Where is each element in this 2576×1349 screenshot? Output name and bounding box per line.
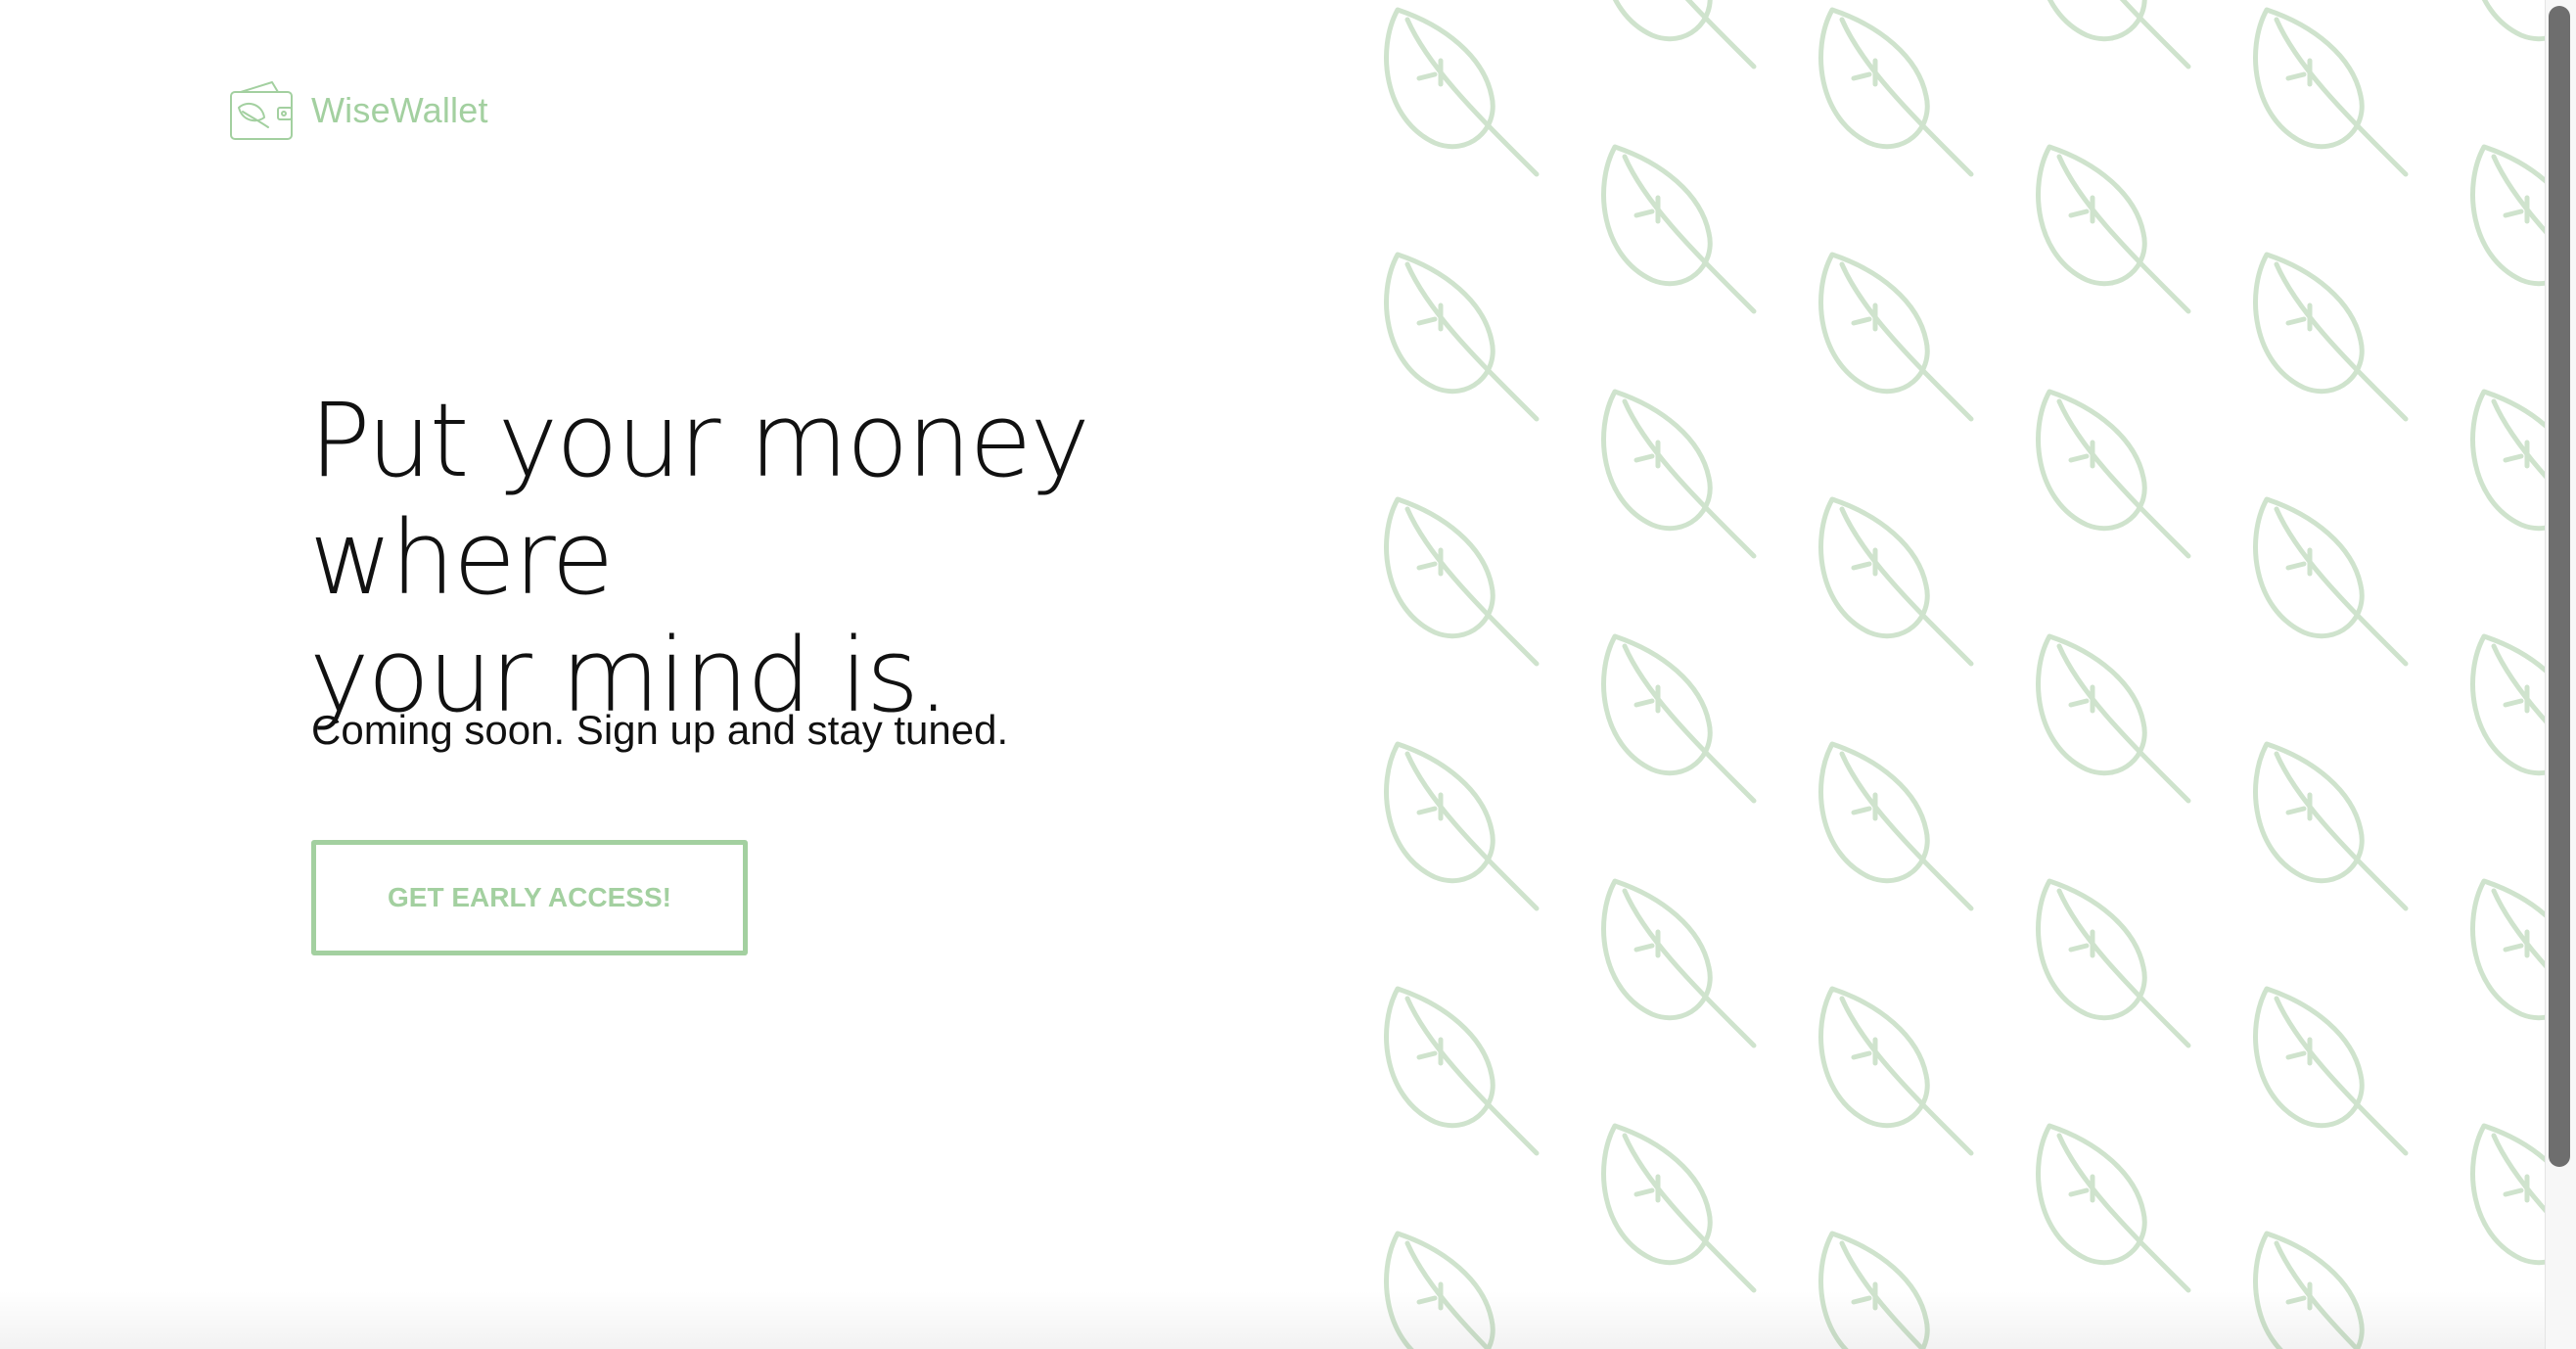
leaf-icon <box>2473 392 2547 556</box>
leaf-icon <box>1821 744 1971 908</box>
leaf-icon <box>2256 10 2406 174</box>
leaf-icon <box>1604 1126 1754 1290</box>
get-early-access-button[interactable]: GET EARLY ACCESS! <box>311 840 748 955</box>
scrollbar-thumb[interactable] <box>2549 6 2570 1167</box>
leaf-icon <box>2039 392 2188 556</box>
leaf-icon <box>1604 147 1754 311</box>
leaf-icon <box>2039 1126 2188 1290</box>
leaf-icon <box>2256 1233 2406 1349</box>
leaf-icon <box>2039 881 2188 1046</box>
leaf-pattern-background <box>1372 0 2547 1349</box>
leaf-icon <box>2256 499 2406 664</box>
leaf-icon <box>2473 0 2547 67</box>
leaf-icon <box>2256 255 2406 419</box>
leaf-icon <box>2039 147 2188 311</box>
leaf-icon <box>2473 1126 2547 1290</box>
headline-line-1: Put your money where <box>309 381 1090 618</box>
leaf-icon <box>1821 499 1971 664</box>
leaf-icon <box>1821 1233 1971 1349</box>
leaf-icon <box>1387 989 1537 1153</box>
leaf-icon <box>2473 147 2547 311</box>
leaf-icon <box>1821 989 1971 1153</box>
leaf-icon <box>1604 636 1754 801</box>
leaf-icon <box>1821 255 1971 419</box>
leaf-icon <box>2256 744 2406 908</box>
hero-headline: Put your money where your mind is. <box>309 382 1386 734</box>
leaf-icon <box>2256 989 2406 1153</box>
leaf-icon <box>1387 499 1537 664</box>
leaf-icon <box>1604 0 1754 67</box>
brand-name: WiseWallet <box>311 90 488 130</box>
leaf-icon <box>2039 636 2188 801</box>
leaf-icon <box>1604 392 1754 556</box>
wallet-leaf-icon <box>230 81 293 140</box>
leaf-icon <box>1821 10 1971 174</box>
brand-logo[interactable]: WiseWallet <box>229 78 488 143</box>
leaf-icon <box>1604 881 1754 1046</box>
leaf-icon <box>1387 744 1537 908</box>
leaf-icon <box>2473 881 2547 1046</box>
leaf-icon <box>2473 636 2547 801</box>
leaf-pattern-svg <box>1372 0 2547 1349</box>
leaf-icon <box>1387 255 1537 419</box>
hero-subtitle: Coming soon. Sign up and stay tuned. <box>311 707 1009 753</box>
leaf-icon <box>1387 10 1537 174</box>
landing-page: WiseWallet Put your money where your min… <box>0 0 2576 1349</box>
leaf-icon <box>2039 0 2188 67</box>
leaf-icon <box>1387 1233 1537 1349</box>
